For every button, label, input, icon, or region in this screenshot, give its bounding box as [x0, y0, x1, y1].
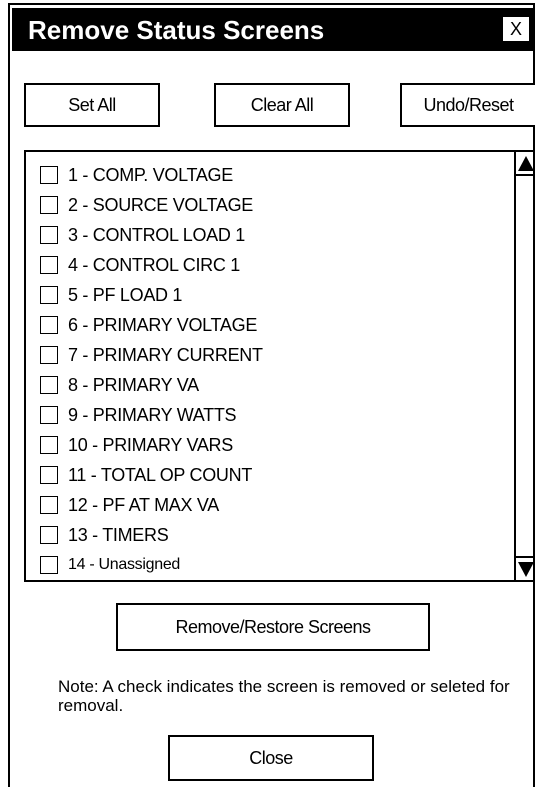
list-item[interactable]: 6 - PRIMARY VOLTAGE: [40, 310, 257, 340]
list-item[interactable]: 2 - SOURCE VOLTAGE: [40, 190, 253, 220]
checkbox[interactable]: [40, 406, 58, 424]
checkbox[interactable]: [40, 286, 58, 304]
checkbox[interactable]: [40, 196, 58, 214]
scroll-up-button[interactable]: [516, 152, 535, 176]
list-item-label: 2 - SOURCE VOLTAGE: [68, 194, 253, 215]
checkbox[interactable]: [40, 496, 58, 514]
undo-reset-button[interactable]: Undo/Reset: [400, 83, 535, 127]
list-item-label: 10 - PRIMARY VARS: [68, 434, 233, 455]
dialog-title: Remove Status Screens: [28, 15, 325, 45]
list-item[interactable]: 1 - COMP. VOLTAGE: [40, 160, 233, 190]
list-item[interactable]: 14 - Unassigned: [40, 550, 180, 580]
list-item[interactable]: 7 - PRIMARY CURRENT: [40, 340, 263, 370]
list-item-label: 11 - TOTAL OP COUNT: [68, 464, 253, 485]
list-item-label: 3 - CONTROL LOAD 1: [68, 224, 245, 245]
list-item-label: 9 - PRIMARY WATTS: [68, 404, 237, 425]
list-item[interactable]: 9 - PRIMARY WATTS: [40, 400, 237, 430]
list-item-label: 13 - TIMERS: [68, 524, 169, 545]
list-item[interactable]: 4 - CONTROL CIRC 1: [40, 250, 240, 280]
list-item-label: 6 - PRIMARY VOLTAGE: [68, 314, 258, 335]
checkbox[interactable]: [40, 316, 58, 334]
title-bar: Remove Status Screens X: [12, 8, 533, 51]
scroll-down-arrow-icon: [518, 562, 534, 577]
list-item-label: 14 - Unassigned: [68, 556, 181, 573]
list-item[interactable]: 11 - TOTAL OP COUNT: [40, 460, 252, 490]
clear-all-button[interactable]: Clear All: [214, 83, 350, 127]
close-button[interactable]: Close: [168, 735, 374, 781]
checkbox[interactable]: [40, 166, 58, 184]
scroll-down-button[interactable]: [516, 556, 535, 580]
screens-list: 1 - COMP. VOLTAGE 2 - SOURCE VOLTAGE 3 -…: [26, 152, 514, 580]
checkbox[interactable]: [40, 226, 58, 244]
close-icon[interactable]: X: [502, 16, 530, 42]
list-scrollbar[interactable]: [514, 152, 535, 580]
list-item[interactable]: 10 - PRIMARY VARS: [40, 430, 233, 460]
checkbox[interactable]: [40, 256, 58, 274]
checkbox[interactable]: [40, 466, 58, 484]
list-item[interactable]: 8 - PRIMARY VA: [40, 370, 199, 400]
list-item-label: 8 - PRIMARY VA: [68, 374, 199, 395]
list-item-label: 7 - PRIMARY CURRENT: [68, 344, 263, 365]
list-item[interactable]: 5 - PF LOAD 1: [40, 280, 182, 310]
remove-status-screens-dialog: Remove Status Screens X Set All Clear Al…: [8, 3, 535, 787]
checkbox[interactable]: [40, 436, 58, 454]
checkbox[interactable]: [40, 526, 58, 544]
list-item-label: 12 - PF AT MAX VA: [68, 494, 219, 515]
list-item[interactable]: 3 - CONTROL LOAD 1: [40, 220, 245, 250]
checkbox[interactable]: [40, 556, 58, 574]
list-item-label: 5 - PF LOAD 1: [68, 284, 183, 305]
list-item[interactable]: 12 - PF AT MAX VA: [40, 490, 219, 520]
checkbox[interactable]: [40, 376, 58, 394]
remove-restore-screens-button[interactable]: Remove/Restore Screens: [116, 603, 430, 651]
scroll-up-arrow-icon: [518, 156, 534, 171]
set-all-button[interactable]: Set All: [24, 83, 160, 127]
note-text: Note: A check indicates the screen is re…: [58, 677, 510, 715]
list-item[interactable]: 13 - TIMERS: [40, 520, 169, 550]
list-item-label: 1 - COMP. VOLTAGE: [68, 164, 233, 185]
list-item-label: 4 - CONTROL CIRC 1: [68, 254, 240, 275]
checkbox[interactable]: [40, 346, 58, 364]
screens-listbox: 1 - COMP. VOLTAGE 2 - SOURCE VOLTAGE 3 -…: [24, 150, 535, 582]
